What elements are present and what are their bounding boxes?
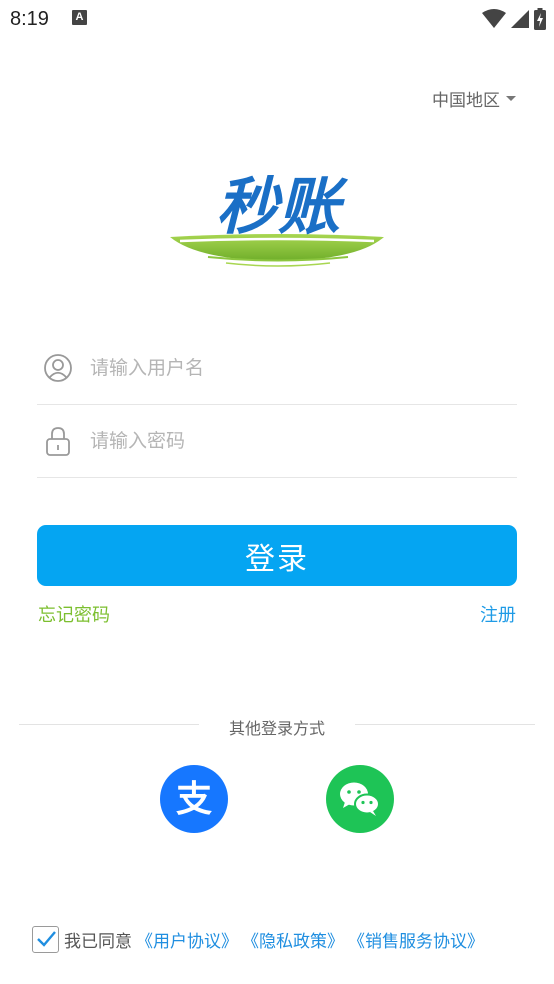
password-row (37, 404, 517, 478)
sales-agreement-link[interactable]: 《销售服务协议》 (348, 927, 484, 952)
alipay-login-button[interactable]: 支 (160, 765, 228, 833)
agree-text: 我已同意 (64, 931, 132, 952)
region-label: 中国地区 (432, 91, 500, 111)
login-button[interactable]: 登录 (37, 525, 517, 586)
lock-icon (40, 423, 76, 459)
status-icons (482, 7, 546, 31)
region-selector[interactable]: 中国地区 (432, 86, 516, 111)
password-input[interactable] (90, 429, 490, 452)
battery-icon (534, 8, 546, 30)
wifi-icon (482, 9, 506, 28)
wechat-icon (340, 782, 380, 816)
register-link[interactable]: 注册 (480, 601, 516, 627)
agreement: 我已同意 《用户协议》 《隐私政策》 《销售服务协议》 (32, 925, 484, 953)
alipay-icon: 支 (176, 779, 212, 820)
caret-down-icon (506, 96, 516, 101)
username-input[interactable] (90, 356, 490, 379)
agree-checkbox[interactable] (32, 925, 59, 953)
privacy-policy-link[interactable]: 《隐私政策》 (242, 927, 344, 952)
wechat-login-button[interactable] (326, 765, 394, 833)
app-logo: 秒账 (168, 165, 388, 275)
user-agreement-link[interactable]: 《用户协议》 (136, 927, 238, 952)
username-row (37, 331, 517, 405)
user-icon (40, 350, 76, 386)
forgot-password-link[interactable]: 忘记密码 (38, 601, 110, 627)
logo-text: 秒账 (216, 170, 349, 243)
a-icon: A (72, 10, 87, 25)
divider-right (355, 724, 535, 725)
check-icon (36, 931, 56, 947)
signal-icon (511, 10, 529, 28)
status-time: 8:19 (10, 8, 49, 30)
other-login-title: 其他登录方式 (228, 719, 325, 738)
status-bar: 8:19 A (0, 0, 554, 40)
logo-graphic: 秒账 (170, 170, 384, 267)
svg-text:支: 支 (176, 779, 212, 820)
